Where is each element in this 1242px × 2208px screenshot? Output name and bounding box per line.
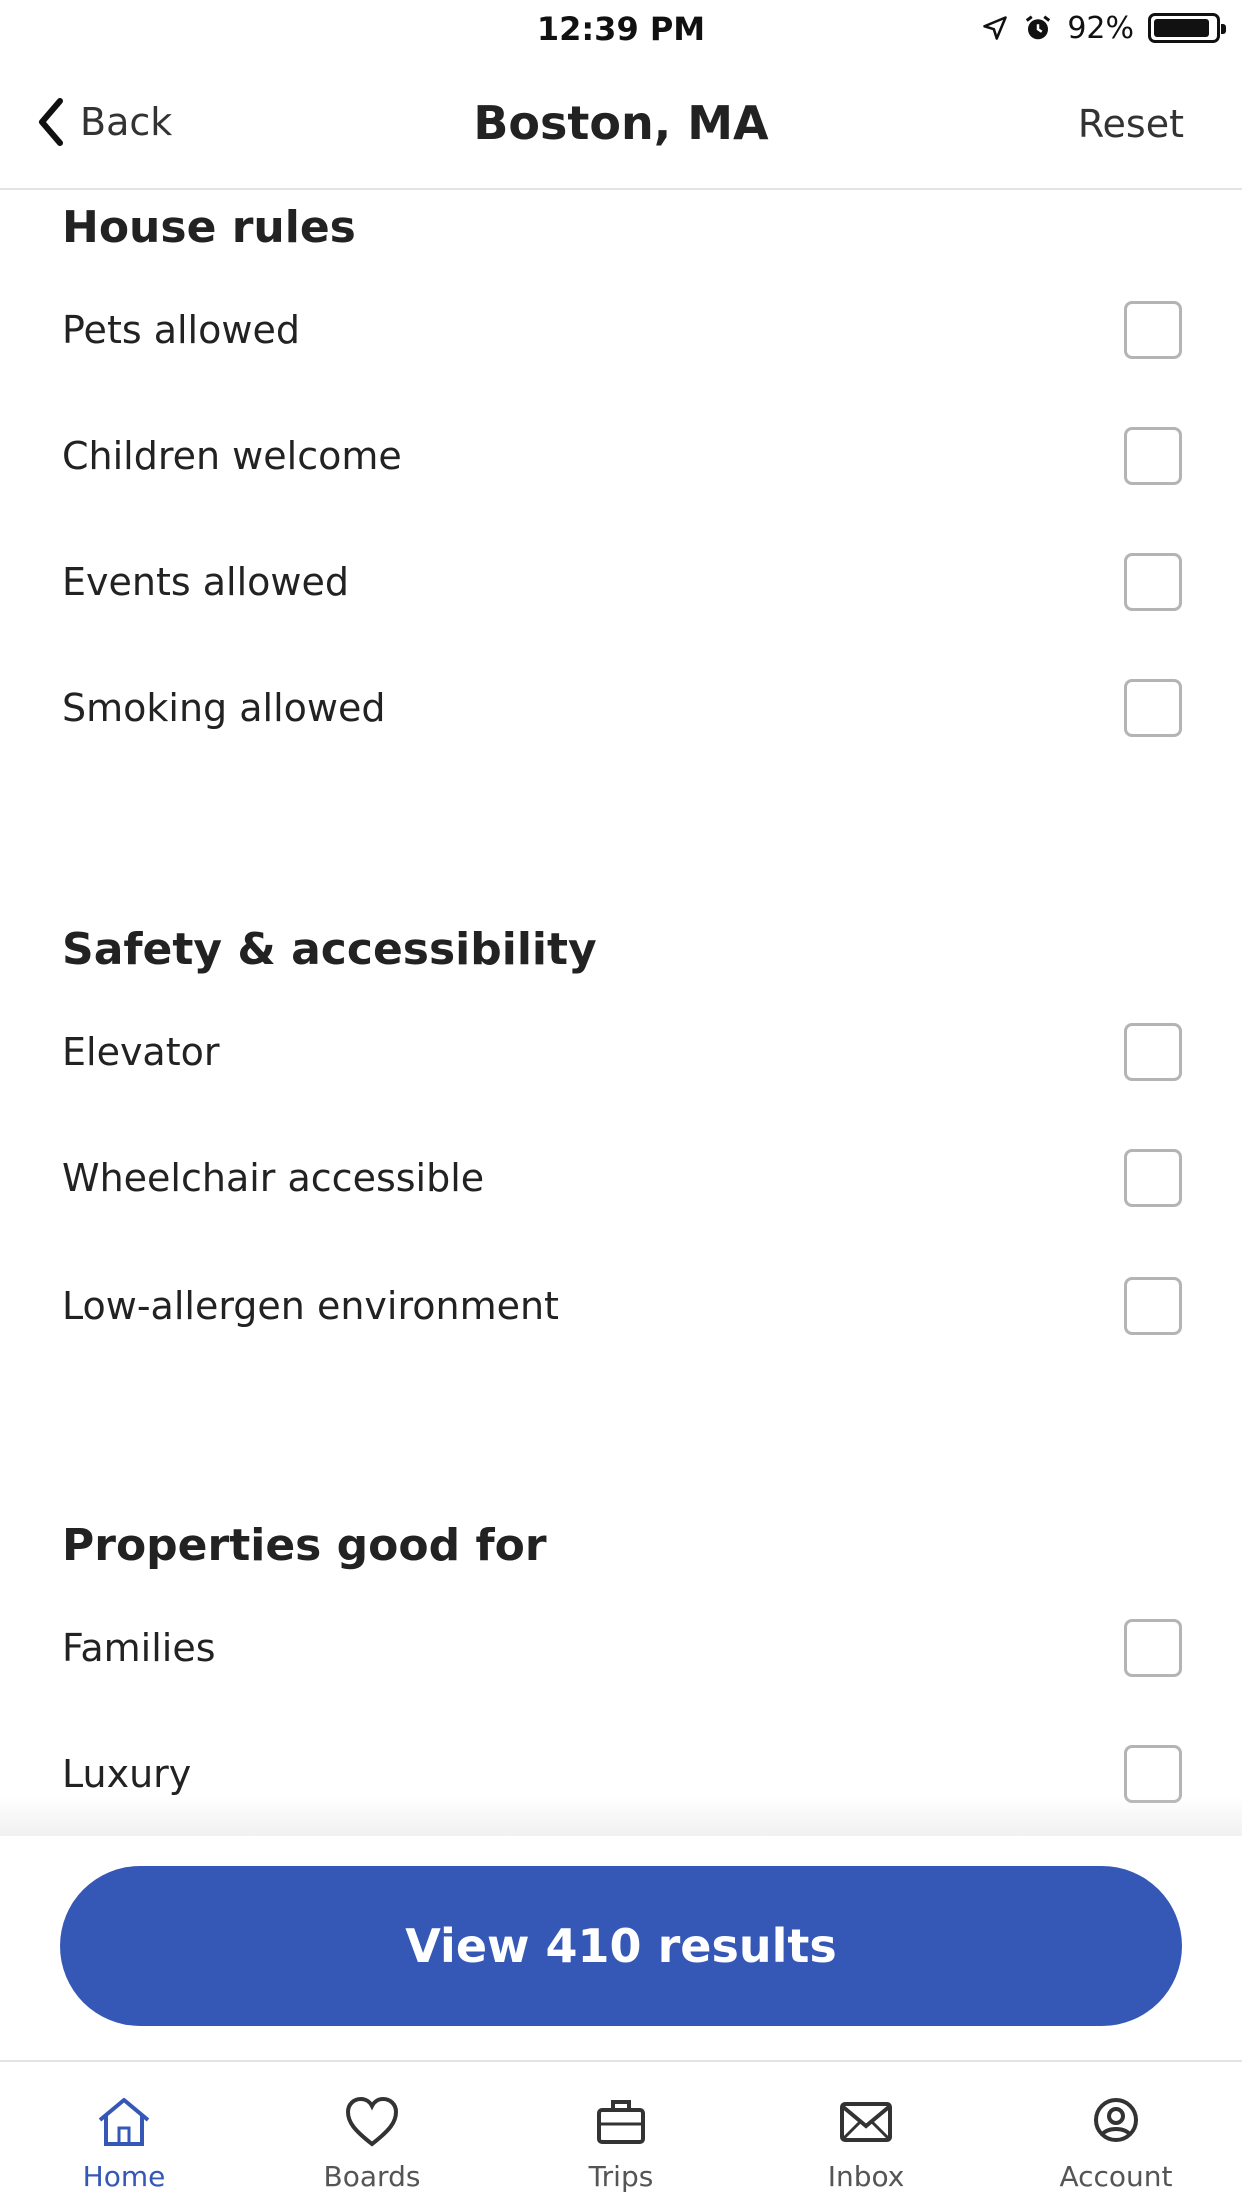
home-icon — [98, 2098, 150, 2146]
row-label: Children welcome — [62, 434, 402, 478]
checkbox[interactable] — [1124, 679, 1182, 737]
checkbox-row-families[interactable]: Families — [52, 1614, 1188, 1682]
row-label: Events allowed — [62, 560, 349, 604]
tab-label: Boards — [323, 2160, 421, 2193]
row-label: Smoking allowed — [62, 686, 386, 730]
results-bar: View 410 results — [0, 1836, 1242, 2060]
section-title-house-rules: House rules — [62, 202, 356, 253]
row-label: Wheelchair accessible — [62, 1156, 485, 1200]
checkbox-row-smoking-allowed[interactable]: Smoking allowed — [52, 674, 1188, 742]
heart-icon — [345, 2096, 399, 2147]
tab-label: Account — [1059, 2160, 1173, 2193]
tab-inbox[interactable]: Inbox — [766, 2062, 966, 2208]
checkbox-row-wheelchair-accessible[interactable]: Wheelchair accessible — [52, 1144, 1188, 1212]
row-label: Luxury — [62, 1752, 192, 1796]
bottom-tab-bar: Home Boards Trips Inbox Account — [0, 2060, 1242, 2208]
section-title-properties-good-for: Properties good for — [62, 1520, 547, 1571]
checkbox-row-pets-allowed[interactable]: Pets allowed — [52, 296, 1188, 364]
battery-percent: 92% — [1067, 10, 1134, 46]
checkbox[interactable] — [1124, 1619, 1182, 1677]
checkbox[interactable] — [1124, 427, 1182, 485]
page-title: Boston, MA — [473, 96, 769, 150]
tab-label: Home — [82, 2160, 166, 2193]
status-bar: 12:39 PM 92% — [0, 0, 1242, 56]
tab-label: Inbox — [827, 2160, 905, 2193]
checkbox-row-children-welcome[interactable]: Children welcome — [52, 422, 1188, 490]
row-label: Elevator — [62, 1030, 220, 1074]
tab-label: Trips — [588, 2160, 654, 2193]
row-label: Pets allowed — [62, 308, 300, 352]
tab-account[interactable]: Account — [1016, 2062, 1216, 2208]
account-icon — [1094, 2098, 1138, 2142]
checkbox[interactable] — [1124, 1023, 1182, 1081]
checkbox-row-low-allergen-environment[interactable]: Low-allergen environment — [52, 1272, 1188, 1340]
nav-bar: Back Boston, MA Reset — [0, 56, 1242, 190]
mail-icon — [840, 2102, 892, 2142]
section-title-safety-accessibility: Safety & accessibility — [62, 924, 597, 975]
tab-boards[interactable]: Boards — [272, 2062, 472, 2208]
tab-home[interactable]: Home — [24, 2062, 224, 2208]
tab-trips[interactable]: Trips — [521, 2062, 721, 2208]
alarm-icon — [1026, 15, 1051, 40]
row-label: Low-allergen environment — [62, 1284, 559, 1328]
checkbox[interactable] — [1124, 553, 1182, 611]
checkbox[interactable] — [1124, 1745, 1182, 1803]
checkbox[interactable] — [1124, 1149, 1182, 1207]
battery-icon — [1148, 13, 1226, 43]
row-label: Families — [62, 1626, 216, 1670]
checkbox-row-events-allowed[interactable]: Events allowed — [52, 548, 1188, 616]
checkbox[interactable] — [1124, 301, 1182, 359]
location-arrow-icon — [983, 16, 1008, 40]
reset-button[interactable]: Reset — [1078, 102, 1184, 146]
suitcase-icon — [597, 2100, 645, 2144]
status-icons: 92% — [981, 10, 1226, 46]
checkbox[interactable] — [1124, 1277, 1182, 1335]
checkbox-row-elevator[interactable]: Elevator — [52, 1018, 1188, 1086]
scroll-fade — [0, 1796, 1242, 1836]
view-results-button[interactable]: View 410 results — [60, 1866, 1182, 2026]
